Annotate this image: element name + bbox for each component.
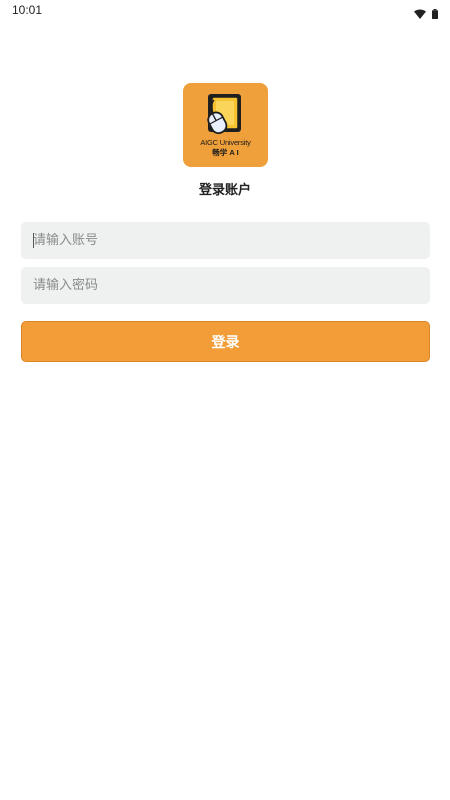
status-bar: 10:01 bbox=[0, 0, 450, 22]
status-icons bbox=[414, 4, 438, 23]
page-title: 登录账户 bbox=[198, 183, 251, 198]
login-button[interactable]: 登录 bbox=[21, 321, 430, 362]
battery-icon bbox=[432, 4, 438, 23]
password-field[interactable] bbox=[21, 267, 430, 304]
text-cursor bbox=[33, 233, 34, 248]
password-input[interactable] bbox=[33, 267, 430, 304]
wifi-icon bbox=[414, 4, 426, 23]
app-logo: AIGC University 畅学 A I bbox=[183, 83, 268, 167]
account-input[interactable] bbox=[33, 222, 430, 259]
status-time: 10:01 bbox=[12, 3, 43, 17]
logo-text-secondary: 畅学 A I bbox=[212, 148, 239, 157]
logo-text-primary: AIGC University bbox=[200, 138, 251, 147]
account-field[interactable] bbox=[21, 222, 430, 259]
login-screen: 10:01 AIGC University 畅学 A I 登录账户 请输入账号 … bbox=[0, 0, 450, 800]
